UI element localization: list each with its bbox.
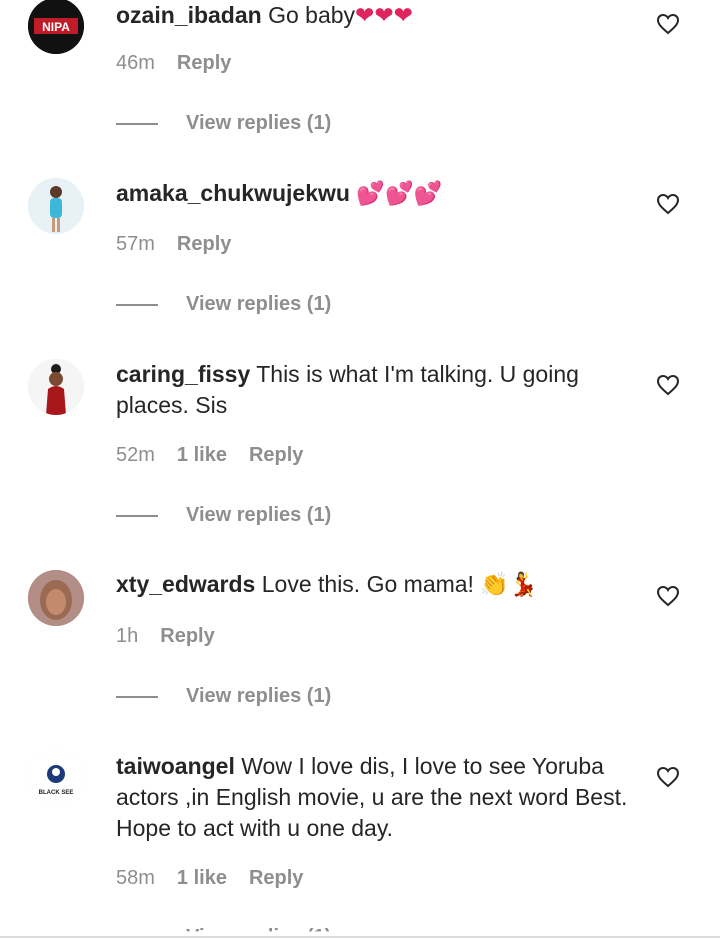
view-replies-label: View replies (1) — [186, 293, 332, 315]
comment-meta: 1h Reply — [116, 625, 215, 648]
avatar-image: NIPA — [28, 0, 84, 54]
avatar[interactable]: NIPA — [28, 0, 84, 54]
comment-meta: 57m Reply — [116, 233, 231, 256]
view-replies-label: View replies (1) — [186, 685, 332, 707]
divider-line — [116, 122, 158, 125]
username[interactable]: xty_edwards — [116, 571, 255, 597]
timestamp: 58m — [116, 867, 155, 889]
heart-outline-icon — [656, 193, 680, 215]
avatar-image — [28, 570, 84, 626]
view-replies-button[interactable]: View replies (1) — [116, 112, 331, 135]
heart-outline-icon — [656, 13, 680, 35]
avatar-image — [28, 359, 84, 415]
like-button[interactable] — [656, 193, 680, 215]
comment-body: Love this. Go mama! — [261, 571, 474, 597]
view-replies-button[interactable]: View replies (1) — [116, 685, 331, 708]
comment-meta: 46m Reply — [116, 52, 231, 75]
username[interactable]: ozain_ibadan — [116, 2, 262, 28]
heart-outline-icon — [656, 374, 680, 396]
avatar-logo-text: BLACK SEE — [39, 790, 74, 796]
heart-outline-icon — [656, 766, 680, 788]
view-replies-button[interactable]: View replies (1) — [116, 504, 331, 527]
like-button[interactable] — [656, 766, 680, 788]
comment-text: caring_fissy This is what I'm talking. U… — [116, 359, 636, 421]
clap-dance-emoji: 👏💃 — [480, 572, 538, 598]
heart-emoji: ❤❤❤ — [355, 3, 413, 29]
comment-text: xty_edwards Love this. Go mama! 👏💃 — [116, 569, 636, 601]
username[interactable]: amaka_chukwujekwu — [116, 180, 350, 206]
avatar-image: BLACK SEE — [28, 750, 84, 806]
comment-text: ozain_ibadan Go baby❤❤❤ — [116, 0, 636, 32]
likes-count[interactable]: 1 like — [177, 444, 227, 467]
timestamp: 1h — [116, 625, 139, 647]
heart-outline-icon — [656, 585, 680, 607]
avatar[interactable] — [28, 359, 84, 415]
view-replies-label: View replies (1) — [186, 504, 332, 526]
reply-button[interactable]: Reply — [160, 625, 214, 648]
timestamp: 52m — [116, 444, 155, 466]
like-button[interactable] — [656, 585, 680, 607]
divider-line — [116, 514, 158, 517]
avatar[interactable] — [28, 570, 84, 626]
bottom-divider — [0, 936, 720, 938]
avatar-logo-text: NIPA — [42, 20, 70, 34]
comment-meta: 58m 1 like Reply — [116, 867, 303, 890]
timestamp: 57m — [116, 233, 155, 255]
comment-meta: 52m 1 like Reply — [116, 444, 303, 467]
hearts-emoji: 💕💕💕 — [356, 181, 443, 207]
reply-button[interactable]: Reply — [249, 867, 303, 890]
username[interactable]: taiwoangel — [116, 753, 235, 779]
avatar[interactable] — [28, 178, 84, 234]
like-button[interactable] — [656, 13, 680, 35]
avatar-image — [28, 178, 84, 234]
likes-count[interactable]: 1 like — [177, 867, 227, 890]
avatar[interactable]: BLACK SEE — [28, 750, 84, 806]
reply-button[interactable]: Reply — [249, 444, 303, 467]
reply-button[interactable]: Reply — [177, 233, 231, 256]
view-replies-button[interactable]: View replies (1) — [116, 293, 331, 316]
timestamp: 46m — [116, 52, 155, 74]
divider-line — [116, 695, 158, 698]
comment-body: Go baby — [268, 2, 356, 28]
reply-button[interactable]: Reply — [177, 52, 231, 75]
comment-text: taiwoangel Wow I love dis, I love to see… — [116, 751, 636, 844]
view-replies-label: View replies (1) — [186, 112, 332, 134]
comment-text: amaka_chukwujekwu 💕💕💕 — [116, 178, 636, 210]
username[interactable]: caring_fissy — [116, 361, 250, 387]
like-button[interactable] — [656, 374, 680, 396]
divider-line — [116, 303, 158, 306]
